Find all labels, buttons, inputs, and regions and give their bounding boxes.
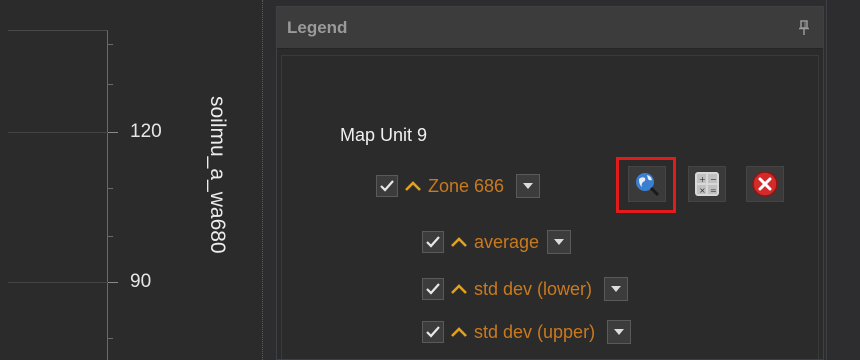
calculator-icon: + − × = bbox=[695, 172, 719, 196]
legend-panel: Legend bbox=[276, 6, 824, 360]
chart-area: 120 90 soilmu_a_wa680 bbox=[0, 0, 268, 360]
layer-label-std-dev-lower[interactable]: std dev (lower) bbox=[474, 279, 592, 300]
caret-up-icon[interactable] bbox=[404, 179, 422, 193]
statistics-button[interactable]: + − × = bbox=[688, 166, 726, 202]
checkmark-icon bbox=[426, 326, 440, 338]
panel-splitter[interactable] bbox=[262, 0, 276, 360]
checkmark-icon bbox=[426, 283, 440, 295]
layer-row-std-dev-lower: std dev (lower) bbox=[422, 277, 629, 301]
y-axis-title: soilmu_a_wa680 bbox=[206, 96, 229, 254]
caret-up-icon[interactable] bbox=[450, 282, 468, 296]
remove-icon bbox=[752, 171, 778, 197]
svg-text:−: − bbox=[710, 175, 717, 184]
svg-text:=: = bbox=[710, 186, 717, 195]
remove-layer-button[interactable] bbox=[746, 166, 784, 202]
minor-tick bbox=[108, 338, 113, 339]
zone-row: Zone 686 bbox=[376, 174, 541, 198]
zone-label[interactable]: Zone 686 bbox=[428, 176, 504, 197]
minor-tick bbox=[108, 84, 113, 85]
gridline bbox=[8, 132, 108, 133]
caret-up-icon[interactable] bbox=[450, 325, 468, 339]
minor-tick bbox=[108, 44, 113, 45]
chevron-down-icon bbox=[611, 286, 622, 292]
y-tick-label: 90 bbox=[130, 271, 152, 292]
svg-text:×: × bbox=[699, 186, 706, 195]
legend-panel-title: Legend bbox=[287, 17, 348, 37]
average-dropdown-button[interactable] bbox=[547, 230, 572, 254]
y-tick-label: 120 bbox=[130, 121, 162, 142]
std-dev-lower-dropdown-button[interactable] bbox=[604, 277, 629, 301]
layer-row-average: average bbox=[422, 230, 572, 254]
layer-label-average[interactable]: average bbox=[474, 232, 539, 253]
minor-tick bbox=[108, 236, 113, 237]
zone-dropdown-button[interactable] bbox=[516, 174, 541, 198]
zone-checkbox[interactable] bbox=[376, 175, 398, 197]
chevron-down-icon bbox=[523, 183, 534, 189]
checkmark-icon bbox=[380, 180, 394, 192]
caret-up-icon[interactable] bbox=[450, 235, 468, 249]
legend-panel-header: Legend bbox=[277, 7, 823, 49]
average-checkbox[interactable] bbox=[422, 231, 444, 253]
highlight-box bbox=[616, 157, 676, 213]
right-side-strip bbox=[826, 0, 860, 360]
gridline bbox=[8, 282, 108, 283]
major-tick bbox=[108, 132, 118, 133]
checkmark-icon bbox=[426, 236, 440, 248]
layer-label-std-dev-upper[interactable]: std dev (upper) bbox=[474, 322, 595, 343]
chevron-down-icon bbox=[614, 329, 625, 335]
svg-text:+: + bbox=[699, 175, 706, 184]
map-unit-label: Map Unit 9 bbox=[340, 125, 428, 145]
std-dev-upper-checkbox[interactable] bbox=[422, 321, 444, 343]
std-dev-lower-checkbox[interactable] bbox=[422, 278, 444, 300]
pin-icon[interactable] bbox=[795, 19, 813, 37]
legend-body bbox=[281, 55, 819, 359]
chevron-down-icon bbox=[554, 239, 565, 245]
layer-row-std-dev-upper: std dev (upper) bbox=[422, 320, 632, 344]
minor-tick bbox=[108, 188, 113, 189]
std-dev-upper-dropdown-button[interactable] bbox=[607, 320, 632, 344]
plot-frame bbox=[8, 30, 108, 360]
major-tick bbox=[108, 282, 118, 283]
